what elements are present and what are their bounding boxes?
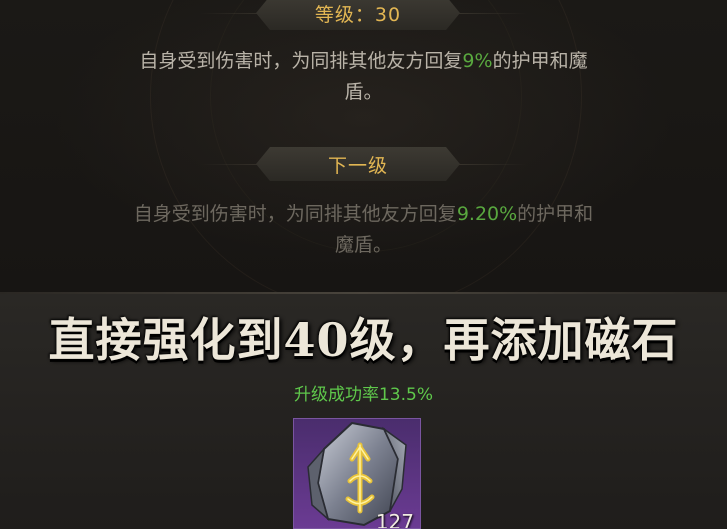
next-level-badge: 下一级 <box>256 147 460 181</box>
description-text: 的护甲和魔 <box>492 50 588 72</box>
current-level-description: 自身受到伤害时，为同排其他友方回复9%的护甲和魔 盾。 <box>60 46 667 108</box>
current-level-badge: 等级：30 <box>256 0 460 30</box>
description-text: 的护甲和 <box>517 203 594 225</box>
current-level-label: 等级：30 <box>314 3 402 26</box>
next-level-description: 自身受到伤害时，为同排其他友方回复9.20%的护甲和 魔盾。 <box>60 199 667 261</box>
item-count: 127 <box>375 510 414 529</box>
description-text: 盾。 <box>344 81 383 103</box>
magnet-stone-slot[interactable]: 127 <box>293 418 421 529</box>
description-value: 9% <box>462 50 493 72</box>
success-rate-text: 升级成功率13.5% <box>293 385 433 405</box>
skill-info-panel: 等级：30 自身受到伤害时，为同排其他友方回复9%的护甲和魔 盾。 下一级 自身… <box>0 0 727 312</box>
overlay-headline: 直接强化到40级，再添加磁石 <box>48 313 679 367</box>
description-text: 自身受到伤害时，为同排其他友方回复 <box>139 50 463 72</box>
next-level-label: 下一级 <box>327 154 388 177</box>
description-text: 自身受到伤害时，为同排其他友方回复 <box>133 203 457 225</box>
description-text: 魔盾。 <box>334 234 392 256</box>
description-value: 9.20% <box>456 203 518 225</box>
